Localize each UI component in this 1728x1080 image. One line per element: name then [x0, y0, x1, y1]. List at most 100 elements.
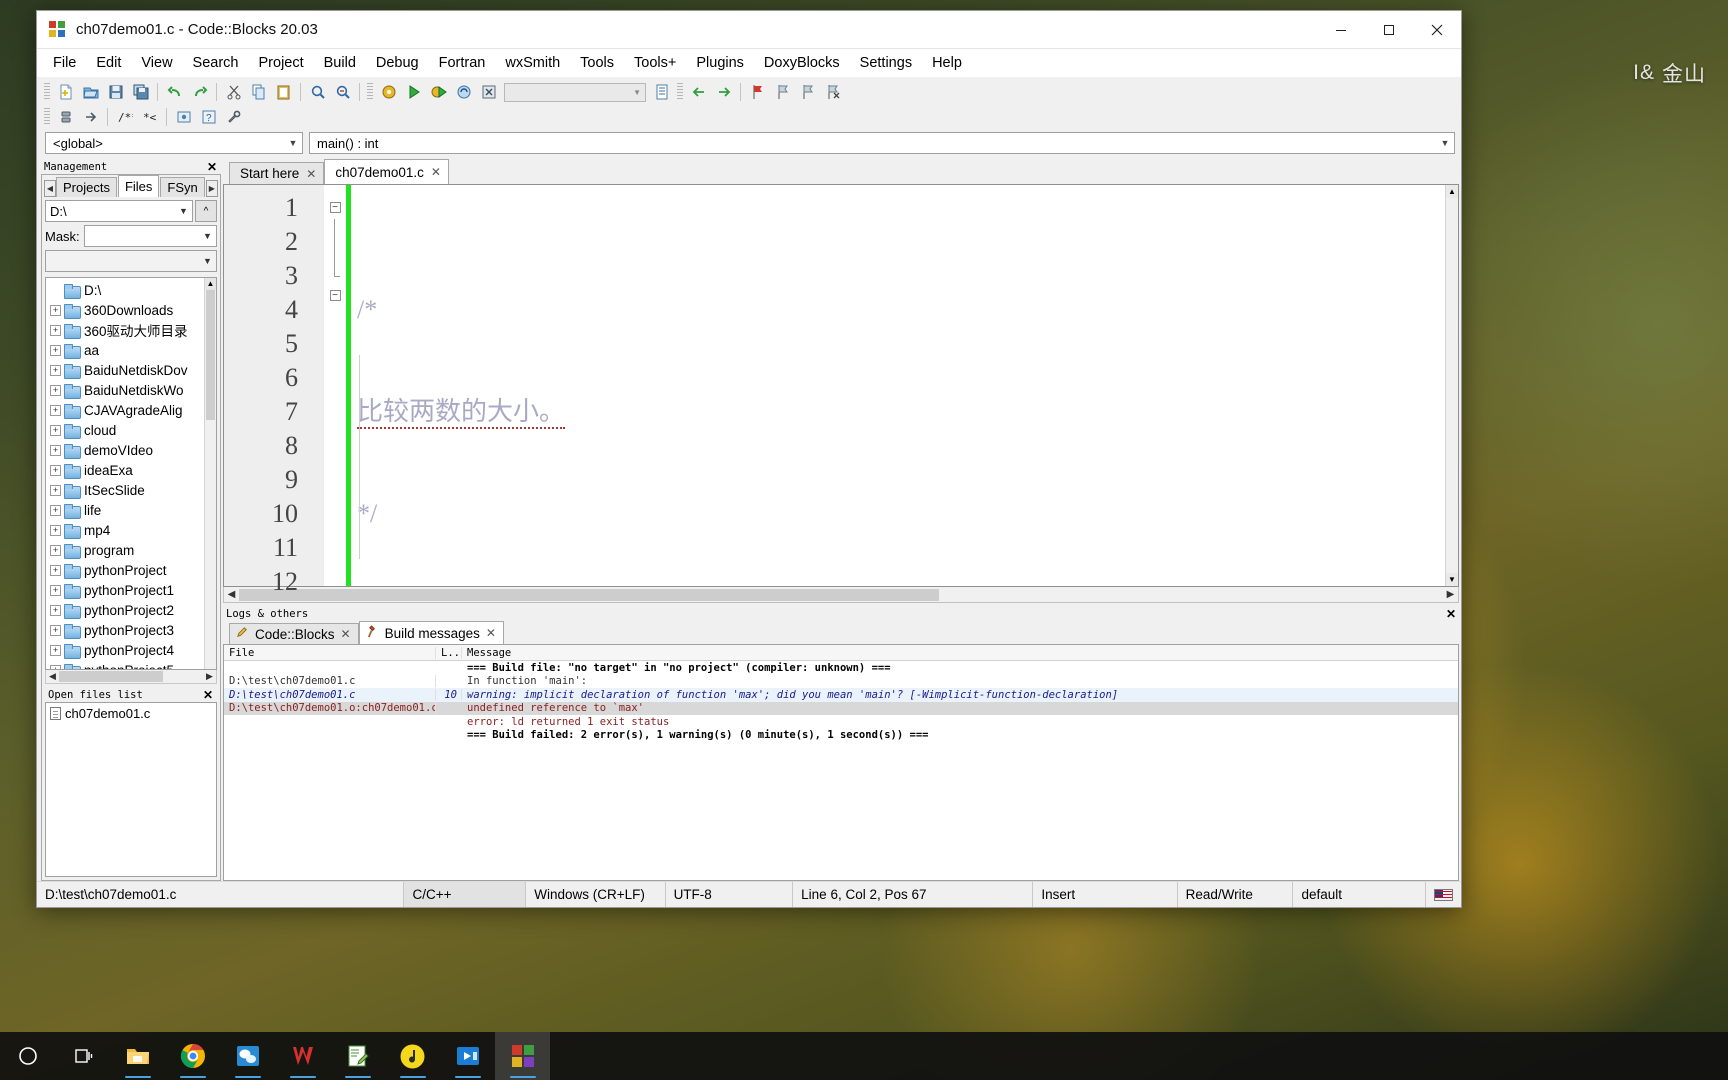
expand-icon[interactable]: +: [50, 424, 61, 436]
tree-item[interactable]: + pythonProject1: [50, 580, 204, 600]
abort-icon[interactable]: [477, 81, 500, 103]
scrollbar-thumb[interactable]: [239, 588, 939, 601]
scroll-up-icon[interactable]: ▲: [1446, 185, 1458, 198]
tree-item[interactable]: D:\: [50, 280, 204, 300]
task-view-icon[interactable]: [55, 1032, 110, 1080]
close-icon[interactable]: ✕: [1446, 607, 1456, 621]
fold-margin[interactable]: − −: [324, 185, 346, 586]
tree-item[interactable]: + ideaExa: [50, 460, 204, 480]
close-icon[interactable]: ✕: [203, 688, 213, 702]
table-row[interactable]: === Build file: "no target" in "no proje…: [224, 661, 1458, 675]
expand-icon[interactable]: +: [50, 324, 61, 336]
expand-icon[interactable]: +: [50, 544, 61, 556]
mask-input[interactable]: ▼: [83, 225, 217, 247]
tree-item[interactable]: + pythonProject5: [50, 660, 204, 669]
tab-start-here[interactable]: Start here ✕: [229, 162, 325, 184]
function-combo[interactable]: main() : int ▼: [309, 132, 1455, 154]
tab-projects[interactable]: Projects: [56, 177, 117, 197]
expand-icon[interactable]: +: [50, 624, 61, 636]
menu-help[interactable]: Help: [922, 52, 972, 74]
tree-item[interactable]: + pythonProject4: [50, 640, 204, 660]
fold-toggle-icon[interactable]: −: [329, 290, 341, 301]
toolbar-grip[interactable]: [44, 108, 50, 126]
editor-vscrollbar[interactable]: ▲ ▼: [1445, 185, 1458, 586]
redo-icon[interactable]: [188, 81, 211, 103]
file-tree-vscrollbar[interactable]: ▲: [204, 278, 216, 669]
open-file-icon[interactable]: [79, 81, 102, 103]
replace-icon[interactable]: [331, 81, 354, 103]
file-tree[interactable]: D:\ +360Downloads +360驱动大师目录 + aa + BaiduN…: [45, 277, 217, 670]
tab-codeblocks-log[interactable]: Code::Blocks ✕: [229, 623, 359, 644]
expand-icon[interactable]: +: [50, 664, 61, 669]
menu-plugins[interactable]: Plugins: [686, 52, 754, 74]
close-button[interactable]: [1413, 11, 1461, 49]
table-row[interactable]: D:\test\ch07demo01.o:ch07demo01.c undefi…: [224, 701, 1458, 715]
tab-fsymbols[interactable]: FSyn: [160, 177, 205, 197]
scroll-right-icon[interactable]: ▶: [205, 180, 218, 197]
tab-files[interactable]: Files: [117, 175, 160, 197]
google-chrome-icon[interactable]: [165, 1032, 220, 1080]
fold-toggle-icon[interactable]: −: [329, 202, 341, 213]
minimize-button[interactable]: [1317, 11, 1365, 49]
netease-music-icon[interactable]: [385, 1032, 440, 1080]
menu-search[interactable]: Search: [183, 52, 249, 74]
cortana-search-icon[interactable]: [0, 1032, 55, 1080]
open-files-body[interactable]: ch07demo01.c: [45, 702, 217, 877]
doxy-settings-icon[interactable]: [222, 106, 245, 128]
scroll-up-icon[interactable]: ▲: [205, 278, 216, 290]
menu-fortran[interactable]: Fortran: [429, 52, 496, 74]
save-icon[interactable]: [104, 81, 127, 103]
tree-item[interactable]: + cloud: [50, 420, 204, 440]
tree-item[interactable]: + CJAVAgradeAlig: [50, 400, 204, 420]
cut-icon[interactable]: [222, 81, 245, 103]
tree-item[interactable]: + life: [50, 500, 204, 520]
table-row[interactable]: D:\test\ch07demo01.c In function 'main':: [224, 675, 1458, 689]
toggle-bookmark-icon[interactable]: [746, 81, 769, 103]
menu-project[interactable]: Project: [249, 52, 314, 74]
target-list-icon[interactable]: [650, 81, 673, 103]
scrollbar-thumb[interactable]: [59, 671, 163, 682]
doxy-block-icon[interactable]: *<: [138, 106, 161, 128]
menu-view[interactable]: View: [131, 52, 182, 74]
scrollbar-thumb[interactable]: [206, 290, 215, 420]
video-player-icon[interactable]: [440, 1032, 495, 1080]
menu-edit[interactable]: Edit: [86, 52, 131, 74]
save-all-icon[interactable]: [129, 81, 152, 103]
clear-bookmarks-icon[interactable]: [821, 81, 844, 103]
tree-item[interactable]: +360驱动大师目录: [50, 320, 204, 340]
scroll-left-icon[interactable]: ◀: [46, 671, 59, 682]
menu-wxsmith[interactable]: wxSmith: [495, 52, 570, 74]
notepadpp-icon[interactable]: [330, 1032, 385, 1080]
expand-icon[interactable]: +: [50, 464, 61, 476]
close-icon[interactable]: ✕: [431, 165, 441, 179]
run-icon[interactable]: [402, 81, 425, 103]
menu-debug[interactable]: Debug: [366, 52, 429, 74]
codeblocks-icon[interactable]: [495, 1032, 550, 1080]
toolbar-grip[interactable]: [367, 83, 373, 101]
toolbar-grip[interactable]: [677, 83, 683, 101]
table-row[interactable]: error: ld returned 1 exit status: [224, 715, 1458, 729]
tab-build-messages[interactable]: Build messages ✕: [358, 621, 504, 644]
tree-item[interactable]: +360Downloads: [50, 300, 204, 320]
open-file-item[interactable]: ch07demo01.c: [50, 706, 216, 721]
expand-icon[interactable]: +: [50, 384, 61, 396]
menu-doxyblocks[interactable]: DoxyBlocks: [754, 52, 850, 74]
debug-next-line-icon[interactable]: [79, 106, 102, 128]
expand-icon[interactable]: +: [50, 404, 61, 416]
scroll-right-icon[interactable]: ▶: [203, 671, 216, 682]
forward-icon[interactable]: [712, 81, 735, 103]
build-icon[interactable]: [377, 81, 400, 103]
build-target-combo[interactable]: ▼: [504, 82, 646, 102]
tree-item[interactable]: + pythonProject3: [50, 620, 204, 640]
tab-ch07demo01-c[interactable]: ch07demo01.c ✕: [324, 159, 449, 184]
expand-icon[interactable]: +: [50, 364, 61, 376]
file-tree-hscrollbar[interactable]: ◀ ▶: [45, 670, 217, 684]
tree-item[interactable]: + demoVIdeo: [50, 440, 204, 460]
doxy-comment-icon[interactable]: /**: [113, 106, 136, 128]
code-text[interactable]: /* 比较两数的大小。 */ #include <stdio.h> int ma…: [351, 185, 1458, 586]
expand-icon[interactable]: +: [50, 444, 61, 456]
scope-combo[interactable]: <global> ▼: [45, 132, 303, 154]
expand-icon[interactable]: +: [50, 344, 61, 356]
expand-icon[interactable]: +: [50, 484, 61, 496]
menu-tools-plus[interactable]: Tools+: [624, 52, 686, 74]
